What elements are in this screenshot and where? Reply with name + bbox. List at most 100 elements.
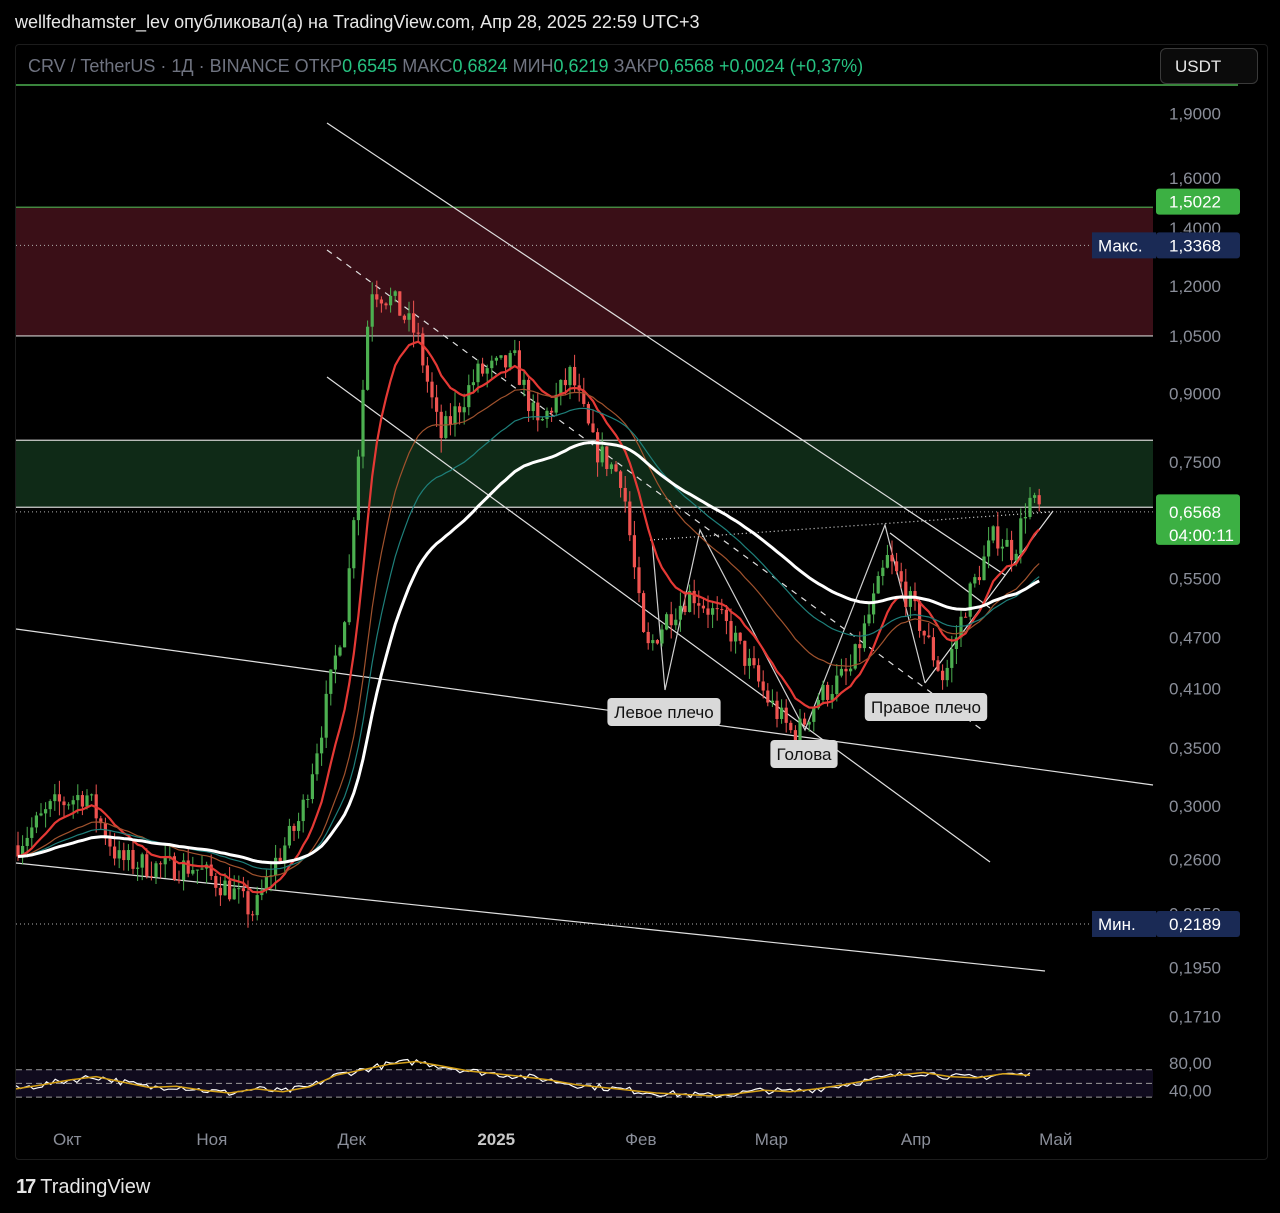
candle-body [375,294,379,300]
candle-body [812,708,816,722]
candle-body [228,880,232,900]
candle-body [425,365,429,382]
x-tick-label: Май [1039,1130,1072,1149]
candle-body [849,668,853,672]
price-label-last-value: 0,6568 [1169,503,1221,522]
candle-body [637,567,641,594]
tradingview-logo[interactable]: 17 TradingView [16,1176,150,1199]
candle-body [789,722,793,731]
candle-body [25,837,29,846]
candle-body [522,379,526,385]
x-tick-label: Окт [53,1130,82,1149]
candle-body [614,464,618,472]
candle-body [734,632,738,642]
y-tick-label: 1,0500 [1169,327,1221,346]
candle-body [122,850,126,861]
candle-body [57,794,61,802]
candle-body [241,888,245,892]
candle-body [609,464,613,469]
candle-body [973,577,977,584]
price-title-min-text: Мин. [1098,915,1136,934]
candle-body [568,366,572,386]
candle-body [821,684,825,701]
candle-body [149,876,153,878]
tradingview-logo-icon: 17 [16,1176,36,1198]
candle-body [393,291,397,296]
candle-body [904,581,908,607]
candle-body [416,332,420,334]
candle-body [315,753,319,775]
candle-body [301,799,305,822]
price-label-countdown: 04:00:11 [1169,526,1234,545]
candle-body [766,690,770,703]
candle-body [890,554,894,562]
candle-body [757,665,761,682]
candle-body [62,801,66,806]
candle-body [444,416,448,438]
candle-body [715,608,719,610]
candle-body [467,385,471,408]
annotation-label: Правое плечо [871,698,981,717]
candle-body [931,637,935,661]
candle-body [384,303,388,306]
annotation-label: Голова [776,745,832,764]
candle-body [720,609,724,611]
candle-body [131,850,135,869]
candle-body [85,795,89,807]
candle-body [591,423,595,433]
x-tick-label: Ноя [196,1130,227,1149]
rsi-tick-label: 40,00 [1169,1081,1212,1100]
candle-body [343,622,347,648]
candle-body [996,526,1000,549]
price-chart[interactable]: Левое плечо Голова Правое плечо 1,9000 1,600… [0,0,1280,1213]
price-label-zone-top-value: 1,5022 [1169,193,1221,212]
candle-body [274,857,278,876]
candle-body [908,591,912,607]
tradingview-logo-text: TradingView [40,1176,151,1198]
candle-body [655,640,659,644]
candle-body [835,675,839,695]
y-tick-label: 0,1710 [1169,1008,1221,1027]
candle-body [283,845,287,862]
candle-body [458,406,462,413]
candle-body [333,655,337,670]
y-tick-label: 0,9000 [1169,385,1221,404]
candle-body [683,605,687,613]
candle-body [34,815,38,828]
x-tick-label: 2025 [477,1130,515,1149]
candle-body [619,471,623,488]
candle-body [494,357,498,361]
candle-body [600,446,604,463]
candle-body [876,576,880,594]
trendline-4 [15,862,1046,972]
candle-body [476,363,480,383]
candle-body [481,363,485,374]
ema-red-line [17,340,1040,894]
candle-body [324,693,328,738]
candle-body [899,571,903,582]
candle-body [858,644,862,649]
candle-body [775,700,779,719]
candle-body [964,616,968,618]
candle-body [251,914,255,916]
candle-body [881,567,885,577]
candle-body [448,416,452,425]
price-label-max-value: 1,3368 [1169,236,1221,255]
y-tick-label: 1,6000 [1169,169,1221,188]
candle-body [747,658,751,666]
candle-body [563,379,567,386]
candle-body [195,869,199,871]
candle-body [550,410,554,413]
candle-body [982,556,986,581]
y-tick-label: 1,2000 [1169,277,1221,296]
price-label-min-value: 0,2189 [1169,915,1221,934]
candle-body [30,827,34,838]
candle-body [803,718,807,725]
candle-body [1010,539,1014,561]
candle-body [770,700,774,703]
candle-body [462,407,466,413]
candle-body [292,825,296,831]
candle-body [117,850,121,859]
candle-body [435,397,439,412]
candle-body [200,868,204,870]
